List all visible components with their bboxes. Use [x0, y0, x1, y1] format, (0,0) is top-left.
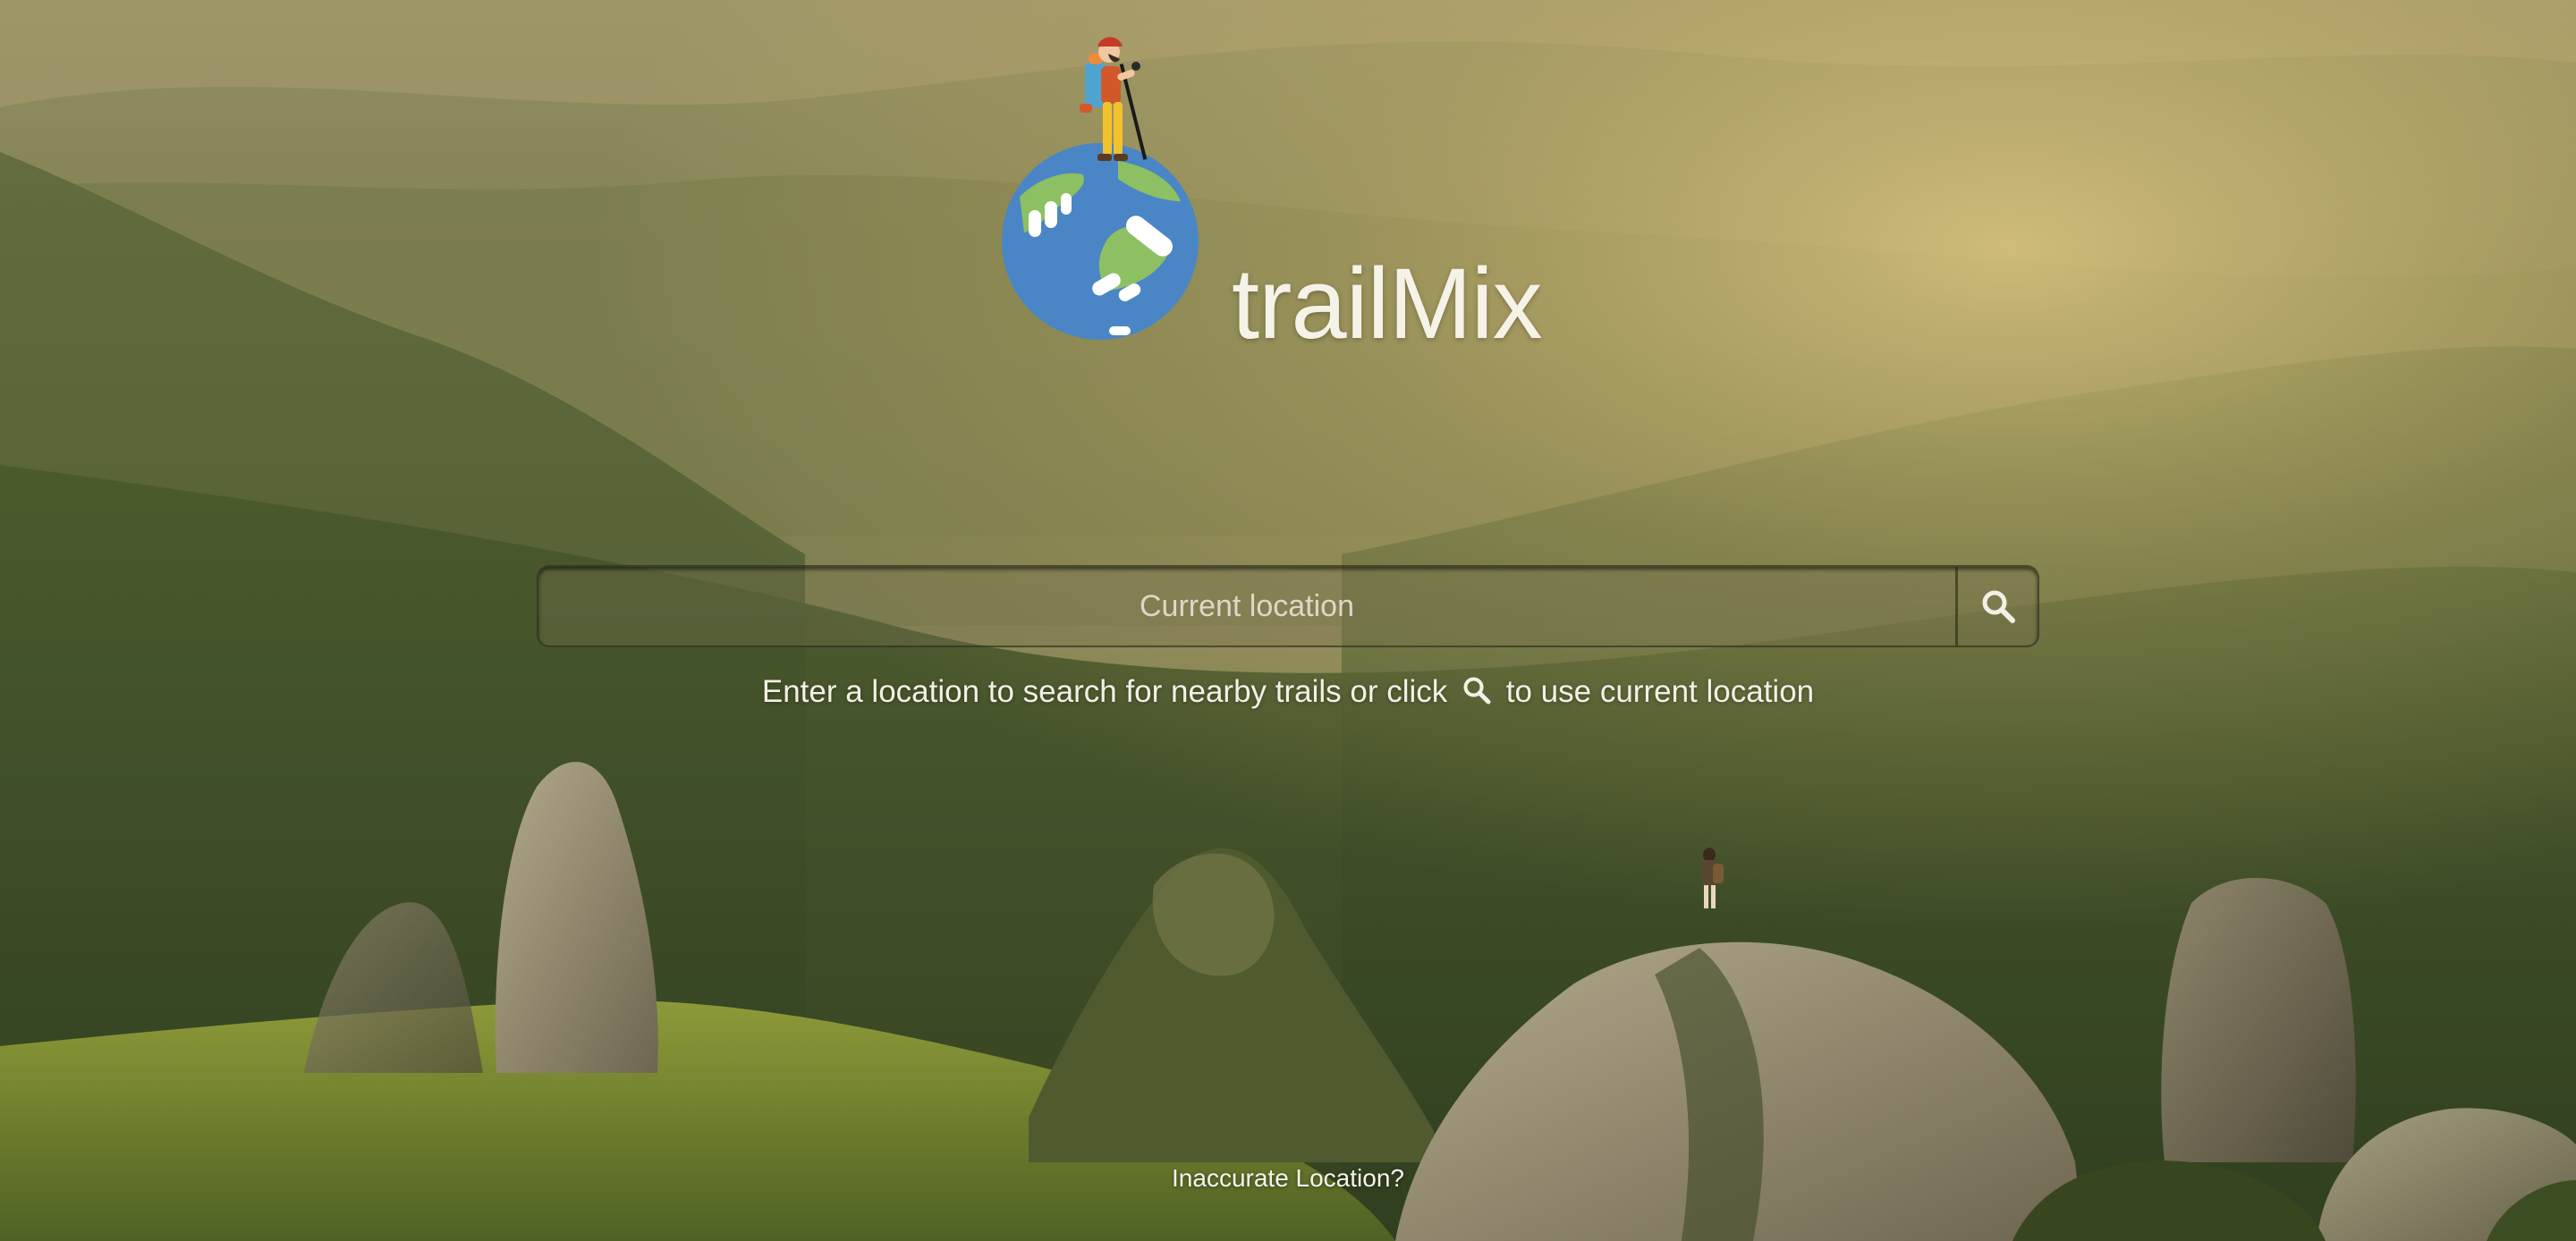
- search-icon: [1462, 675, 1492, 713]
- brand-name: trailMix: [1232, 248, 1543, 359]
- location-search-bar: [537, 565, 2039, 647]
- inaccurate-location-link[interactable]: Inaccurate Location?: [0, 1164, 2576, 1193]
- current-location-search-button[interactable]: [1955, 567, 2038, 646]
- search-icon: [1982, 590, 2015, 623]
- landing-page: trailMix Enter a location to search for …: [0, 0, 2576, 1241]
- search-hint: Enter a location to search for nearby tr…: [0, 674, 2576, 713]
- location-search-input[interactable]: [538, 567, 1955, 646]
- hint-text-before: Enter a location to search for nearby tr…: [761, 674, 1448, 709]
- hint-text-after: to use current location: [1505, 674, 1815, 709]
- hiker-on-globe-logo: [1002, 37, 1199, 340]
- brand-header: trailMix: [984, 18, 1610, 359]
